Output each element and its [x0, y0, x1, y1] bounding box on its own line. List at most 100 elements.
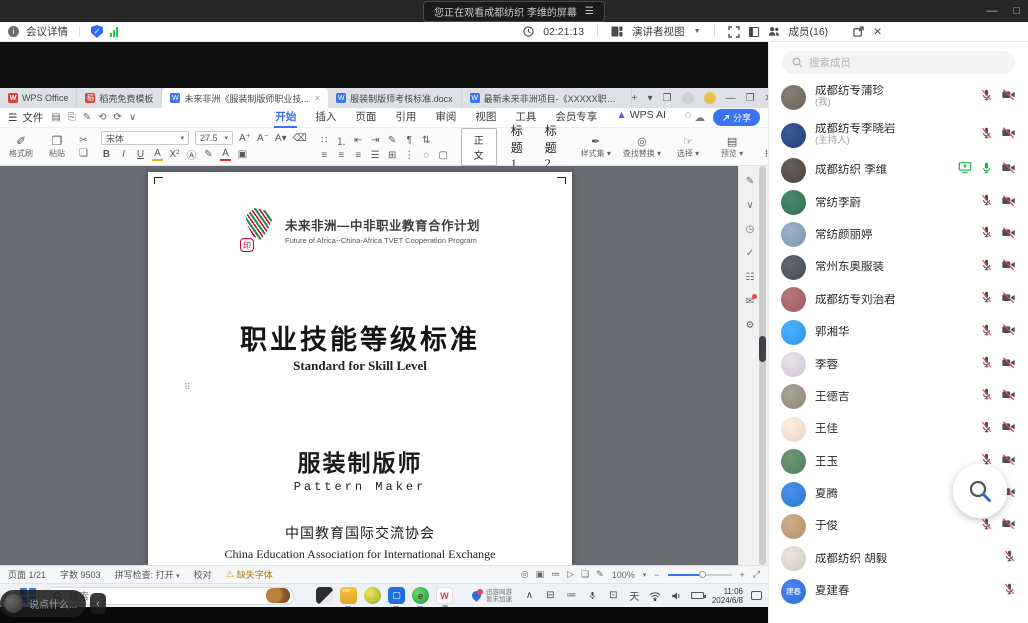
side-tool-icon[interactable]: ☷	[746, 272, 755, 283]
paragraph-icon[interactable]: ✎	[387, 135, 398, 146]
font-format-icon[interactable]: A	[220, 148, 231, 161]
camera-off-icon[interactable]	[1001, 258, 1016, 276]
camera-off-icon[interactable]	[1001, 420, 1016, 438]
tab-close-icon[interactable]: ×	[315, 93, 320, 103]
side-panel-icon[interactable]	[749, 27, 759, 37]
member-row[interactable]: 常州东奥服装	[769, 251, 1028, 283]
notice-menu-icon[interactable]: ☰	[585, 6, 594, 17]
style-heading[interactable]: 标题 2	[537, 122, 565, 171]
paragraph-icon[interactable]: ⒈	[336, 133, 347, 148]
wifi-icon[interactable]	[649, 591, 662, 601]
paragraph-icon[interactable]: ⋮	[404, 150, 415, 161]
side-tool-icon[interactable]: ◷	[746, 224, 755, 235]
menu-插入[interactable]: 插入	[314, 107, 337, 128]
tray-clock[interactable]: 11:06 2024/6/8	[712, 587, 743, 605]
格式刷-button[interactable]: ✐格式刷	[6, 134, 36, 159]
member-row[interactable]: 建春夏建春	[769, 575, 1028, 607]
tray-mic-icon[interactable]	[586, 590, 599, 601]
battery-icon[interactable]	[691, 592, 704, 599]
mic-muted-icon[interactable]	[980, 387, 993, 406]
notification-center-icon[interactable]	[751, 591, 762, 600]
paragraph-icon[interactable]: ∷	[319, 135, 330, 146]
volume-icon[interactable]	[670, 591, 683, 601]
tray-display-icon[interactable]: ⊡	[607, 590, 620, 601]
选择-button[interactable]: ☞选择 ▾	[671, 135, 705, 159]
tray-app-icon[interactable]: 天	[628, 588, 641, 603]
quick-icon[interactable]: ∨	[129, 112, 136, 123]
view-mode-icon[interactable]: ◎	[521, 569, 529, 580]
样式集-button[interactable]: ✒样式集 ▾	[579, 135, 613, 159]
paragraph-icon[interactable]: ≡	[319, 150, 330, 161]
paragraph-drag-handle[interactable]: ⠿	[184, 382, 190, 393]
tray-video-icon[interactable]: ⊟	[544, 590, 557, 601]
boards-icon[interactable]: ❐	[663, 93, 672, 104]
network-signal-icon[interactable]	[110, 27, 118, 37]
browser-green-icon[interactable]: e	[412, 587, 429, 604]
member-row[interactable]: 常纺李蔚	[769, 186, 1028, 218]
side-tool-icon[interactable]: ∨	[746, 200, 753, 211]
member-row[interactable]: 常纺颜丽婷	[769, 219, 1028, 251]
menu-引用[interactable]: 引用	[394, 107, 417, 128]
tray-chevron-icon[interactable]: ∧	[523, 590, 536, 601]
spellcheck-status[interactable]: 拼写检查: 打开 ▾	[115, 568, 180, 581]
hamburger-icon[interactable]: ☰	[8, 112, 17, 124]
restore-button[interactable]: ❐	[746, 93, 755, 104]
decrease-font-icon[interactable]: A⁻	[257, 133, 269, 144]
minimize-button[interactable]: —	[726, 93, 736, 104]
menu-开始[interactable]: 开始	[274, 107, 297, 128]
missing-font-warning[interactable]: ⚠ 缺失字体	[226, 568, 273, 581]
view-mode-icon[interactable]: ✎	[596, 569, 604, 580]
wps-tab[interactable]: W未来非洲《服装制版师职业技...×	[162, 88, 328, 108]
member-row[interactable]: 王佳	[769, 413, 1028, 445]
close-panel-icon[interactable]: ✕	[873, 26, 882, 38]
mic-muted-icon[interactable]	[980, 88, 993, 107]
member-row[interactable]: 郭湘华	[769, 316, 1028, 348]
zoom-level[interactable]: 100%	[612, 570, 635, 580]
camera-off-icon[interactable]	[1001, 453, 1016, 471]
view-mode-dropdown[interactable]: 演讲者视图	[632, 24, 685, 39]
style-body[interactable]: 正文	[461, 128, 497, 166]
paragraph-icon[interactable]: ⇅	[421, 135, 432, 146]
view-mode-icon[interactable]: ▷	[567, 569, 574, 580]
wps-tab[interactable]: 稻稻壳免费模板	[77, 88, 162, 108]
style-heading[interactable]: 标题 1	[503, 122, 531, 171]
font-format-icon[interactable]: ▣	[237, 149, 248, 160]
查找替换-button[interactable]: ◎查找替换 ▾	[623, 135, 661, 159]
magnifier-overlay[interactable]	[953, 464, 1007, 518]
member-row[interactable]: 李蓉	[769, 348, 1028, 380]
avatar[interactable]	[682, 92, 694, 104]
font-format-icon[interactable]: U	[135, 149, 146, 160]
file-explorer-icon[interactable]	[340, 587, 357, 604]
mic-muted-icon[interactable]	[980, 225, 993, 244]
mic-muted-icon[interactable]	[980, 420, 993, 439]
file-menu[interactable]: 文件	[22, 110, 43, 125]
proofread-button[interactable]: 校对	[194, 568, 212, 581]
quick-icon[interactable]: ⟳	[114, 112, 122, 123]
paragraph-icon[interactable]: ⇤	[353, 135, 364, 146]
mic-muted-icon[interactable]	[1003, 549, 1016, 568]
mic-muted-icon[interactable]	[980, 323, 993, 342]
side-tool-icon[interactable]: ✎	[746, 176, 754, 187]
mic-muted-icon[interactable]	[980, 290, 993, 309]
tray-pin-notification[interactable]: 迅游网游 暂未加速	[471, 589, 512, 603]
quick-icon[interactable]: ⟲	[98, 112, 106, 123]
font-format-icon[interactable]: B	[101, 149, 112, 160]
app-yellow-icon[interactable]	[364, 587, 381, 604]
view-mode-icon[interactable]: ▣	[536, 569, 545, 580]
zoom-in-button[interactable]: +	[740, 570, 745, 580]
task-view-icon[interactable]	[316, 587, 333, 604]
menu-页面[interactable]: 页面	[354, 107, 377, 128]
meeting-details-link[interactable]: 会议详情	[26, 24, 68, 39]
member-row[interactable]: 成都纺专蒲珍(我)	[769, 78, 1028, 116]
text-effects-icon[interactable]: A▾	[275, 133, 287, 144]
mic-muted-icon[interactable]	[980, 126, 993, 145]
camera-off-icon[interactable]	[1001, 161, 1016, 179]
font-format-icon[interactable]: I	[118, 149, 129, 160]
camera-off-icon[interactable]	[1001, 88, 1016, 106]
new-tab-icon[interactable]: +	[632, 93, 638, 104]
paragraph-icon[interactable]: ≡	[336, 150, 347, 161]
粘贴-button[interactable]: ❒粘贴	[42, 134, 72, 159]
chat-input-placeholder[interactable]: 说点什么...	[29, 596, 77, 611]
popout-icon[interactable]	[852, 26, 864, 38]
quick-icon[interactable]: ✎	[83, 112, 91, 123]
